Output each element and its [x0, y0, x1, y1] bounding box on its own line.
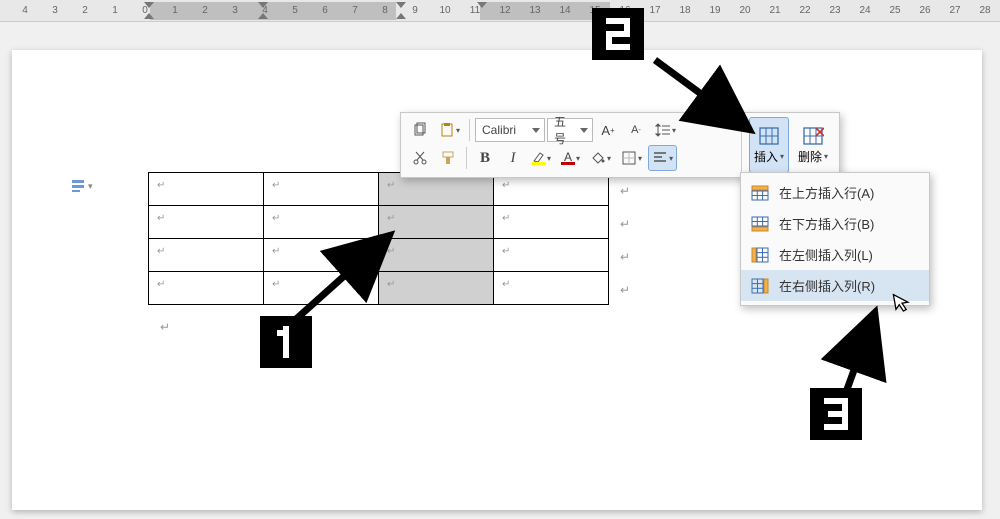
ruler-tick: 28 [970, 5, 1000, 16]
grow-font-button[interactable]: A+ [595, 117, 621, 143]
highlight-button[interactable]: ▾ [528, 145, 555, 171]
ruler-tick: 2 [190, 5, 220, 16]
ruler-tick: 14 [550, 5, 580, 16]
italic-button[interactable]: I [500, 145, 526, 171]
paragraph-mark: ↵ [620, 217, 630, 231]
cut-button[interactable] [407, 145, 433, 171]
bold-button[interactable]: B [472, 145, 498, 171]
ruler-tick: 13 [520, 5, 550, 16]
paragraph-mark: ↵ [160, 320, 170, 334]
borders-icon [621, 150, 637, 166]
font-size-select[interactable]: 五号 [547, 118, 593, 142]
clipboard-icon [439, 122, 455, 138]
scissors-icon [412, 150, 428, 166]
delete-label: 删除 [798, 148, 822, 165]
ruler-tick: 1 [100, 5, 130, 16]
ruler-tick: 3 [220, 5, 250, 16]
align-icon [652, 150, 668, 166]
menu-label: 在左侧插入列(L) [779, 245, 873, 264]
table-delete-icon [802, 126, 824, 146]
ruler-tick: 1 [160, 5, 190, 16]
insert-col-right-icon [751, 278, 769, 294]
menu-insert-row-below[interactable]: 在下方插入行(B) [741, 208, 929, 239]
paragraph-icon [70, 178, 86, 194]
mouse-cursor-icon [892, 291, 914, 316]
horizontal-ruler[interactable]: 4321012345678910111213141516171819202122… [0, 0, 1000, 22]
paste-button[interactable]: ▾ [435, 117, 464, 143]
paint-bucket-icon [590, 151, 606, 165]
ruler-tick: 26 [910, 5, 940, 16]
menu-insert-row-above[interactable]: 在上方插入行(A) [741, 177, 929, 208]
insert-row-below-icon [751, 216, 769, 232]
paragraph-options-button[interactable]: ▾ [70, 178, 93, 194]
ruler-tick: 10 [430, 5, 460, 16]
ruler-tick: 2 [70, 5, 100, 16]
ruler-tick: 5 [280, 5, 310, 16]
ruler-tick: 25 [880, 5, 910, 16]
shading-button[interactable]: ▾ [586, 145, 615, 171]
ruler-tick: 7 [340, 5, 370, 16]
paragraph-mark: ↵ [620, 250, 630, 264]
paragraph-mark: ↵ [620, 184, 630, 198]
menu-label: 在下方插入行(B) [779, 214, 874, 233]
tutorial-marker-1 [260, 316, 312, 368]
paragraph-mark: ↵ [620, 283, 630, 297]
tutorial-arrow-2 [640, 50, 770, 145]
alignment-button[interactable]: ▾ [648, 145, 677, 171]
delete-split-button[interactable]: 删除▾ [793, 117, 833, 173]
ruler-tick: 21 [760, 5, 790, 16]
ruler-tick: 23 [820, 5, 850, 16]
copy-icon [412, 122, 428, 138]
font-color-button[interactable]: A ▾ [557, 145, 584, 171]
format-painter-button[interactable] [435, 145, 461, 171]
insert-label: 插入 [754, 148, 778, 165]
mini-toolbar: ▾ Calibri 五号 A+ A- ▾ B [400, 112, 840, 178]
format-painter-icon [440, 150, 456, 166]
ruler-tick: 6 [310, 5, 340, 16]
ruler-tick: 18 [670, 5, 700, 16]
tutorial-arrow-1 [280, 220, 410, 330]
font-name-select[interactable]: Calibri [475, 118, 545, 142]
tutorial-marker-3 [810, 388, 862, 440]
copy-button[interactable] [407, 117, 433, 143]
insert-col-left-icon [751, 247, 769, 263]
ruler-tick: 3 [40, 5, 70, 16]
chevron-down-icon: ▾ [88, 181, 93, 192]
menu-insert-col-left[interactable]: 在左侧插入列(L) [741, 239, 929, 270]
ruler-tick: 12 [490, 5, 520, 16]
ruler-tick: 4 [10, 5, 40, 16]
ruler-tick: 17 [640, 5, 670, 16]
ruler-tick: 24 [850, 5, 880, 16]
insert-row-above-icon [751, 185, 769, 201]
borders-button[interactable]: ▾ [617, 145, 646, 171]
menu-label: 在上方插入行(A) [779, 183, 874, 202]
menu-label: 在右侧插入列(R) [779, 276, 875, 295]
insert-dropdown-menu: 在上方插入行(A) 在下方插入行(B) 在左侧插入列(L) 在右侧插入列(R) [740, 172, 930, 306]
tutorial-marker-2 [592, 8, 644, 60]
ruler-tick: 20 [730, 5, 760, 16]
ruler-tick: 19 [700, 5, 730, 16]
ruler-tick: 22 [790, 5, 820, 16]
ruler-tick: 27 [940, 5, 970, 16]
